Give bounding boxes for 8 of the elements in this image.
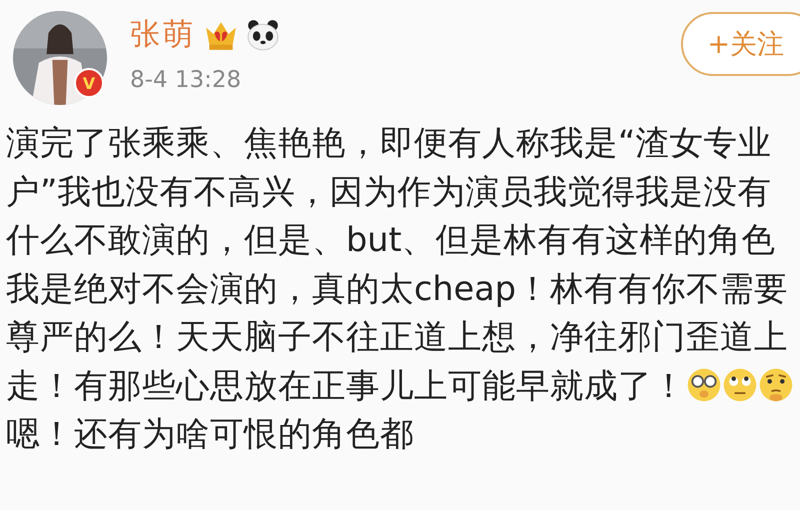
emoji-icon	[686, 366, 722, 402]
user-name[interactable]: 张萌	[130, 14, 196, 55]
panda-icon	[246, 18, 280, 50]
post-time: 8-4 13:28	[130, 67, 242, 93]
emoji-icon	[758, 366, 794, 402]
emoji-icon	[722, 366, 758, 402]
follow-button[interactable]: +关注	[681, 12, 800, 76]
post-text: 演完了张乘乘、焦艳艳，即便有人称我是“渣女专业户”我也没有不高兴，因为作为演员我觉得我是没有什么不敢演的，但是、but、但是林有有这样的角色我是绝对不会演的，真的太cheap！林有有你不需要尊严的么！天天脑子不往正道上想，净往邪门歪道上走！有那些心思放在正事儿上可能早就成了！ 嗯！还有为啥可恨的角色都	[6, 119, 796, 458]
